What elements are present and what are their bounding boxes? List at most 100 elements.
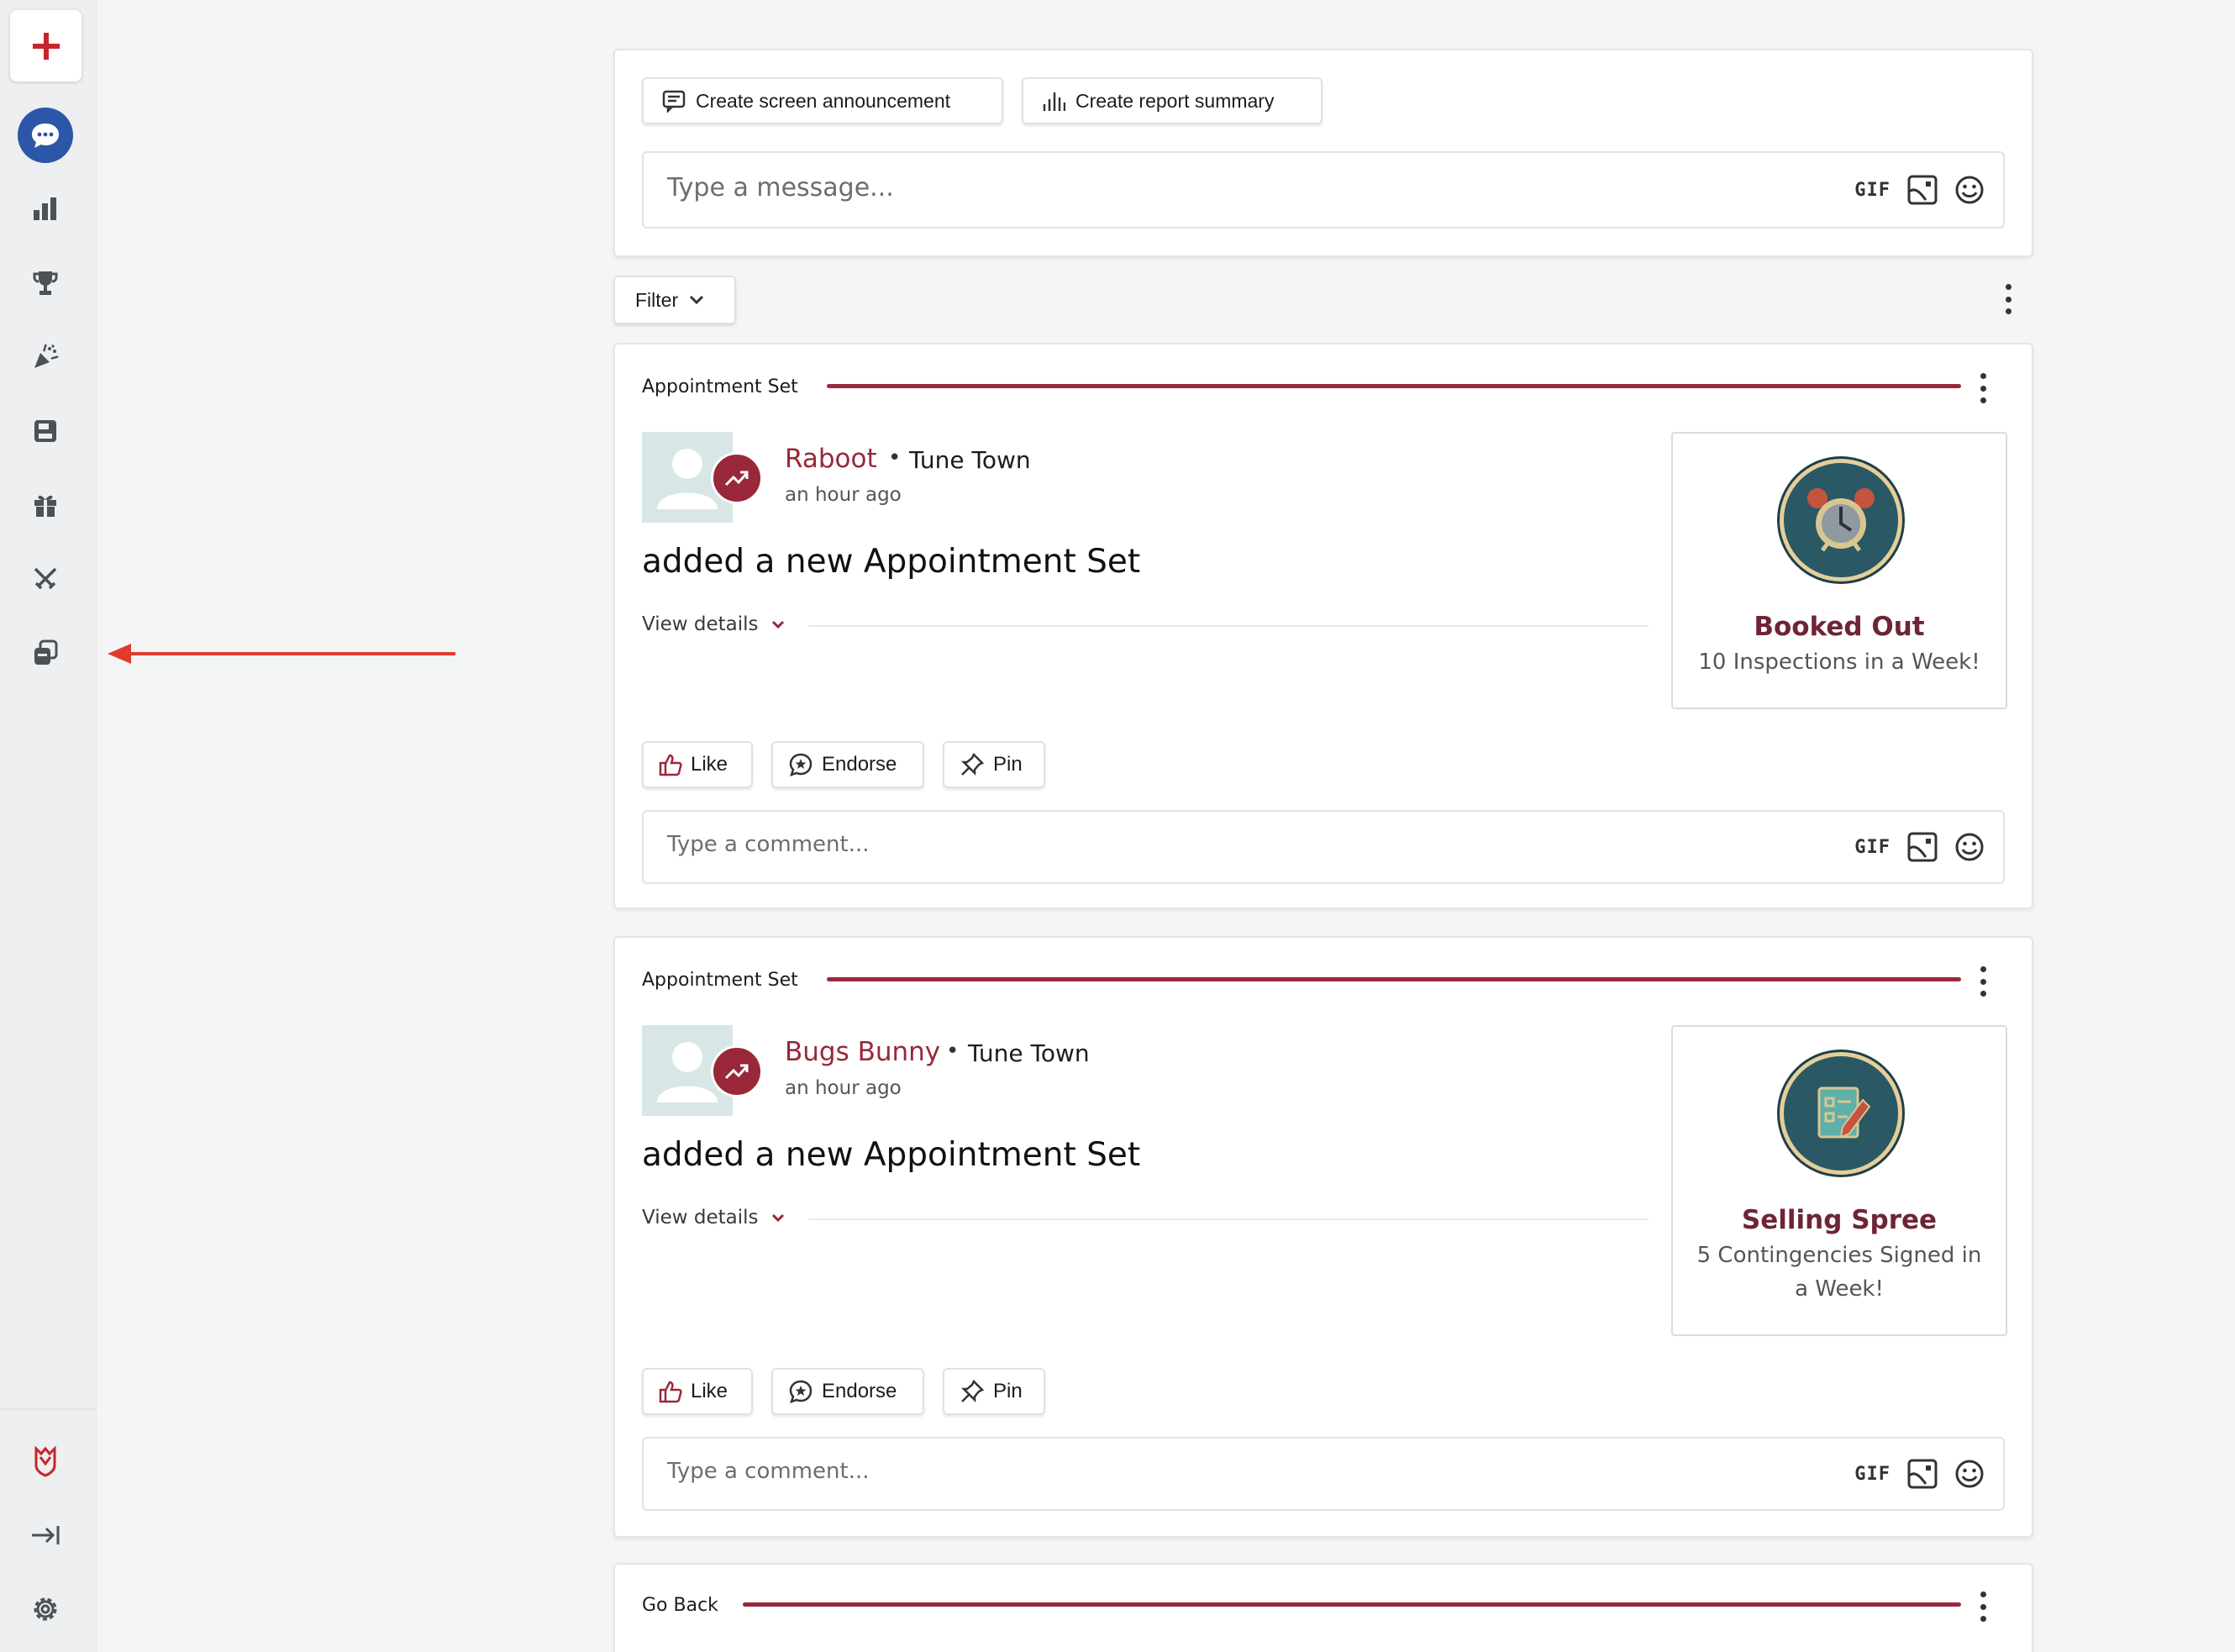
sidebar-item-chat[interactable]: [18, 108, 73, 163]
image-icon[interactable]: [1907, 175, 1938, 205]
achievement-card[interactable]: Selling Spree 5 Contingencies Signed in …: [1671, 1025, 2007, 1336]
name-separator: •: [946, 1039, 960, 1064]
trend-badge: [711, 1045, 763, 1097]
achievement-title: Booked Out: [1754, 612, 1925, 642]
trending-up-icon: [724, 1064, 749, 1080]
pin-button[interactable]: Pin: [943, 741, 1045, 788]
user-name-link[interactable]: Raboot: [785, 444, 877, 474]
collapse-sidebar-icon: [32, 1526, 60, 1544]
announcement-icon: [662, 90, 686, 113]
user-name-link[interactable]: Bugs Bunny: [785, 1037, 940, 1067]
category-divider: [827, 977, 1961, 981]
post-headline: added a new Appointment Set: [642, 1136, 1141, 1174]
post-options-menu[interactable]: [1973, 1588, 1993, 1625]
comment-input[interactable]: Type a comment... GIF: [642, 810, 2005, 884]
endorse-icon: [789, 1380, 812, 1403]
gif-button[interactable]: GIF: [1854, 837, 1891, 858]
feed-options-menu[interactable]: [1998, 281, 2018, 318]
sidebar-item-reports[interactable]: [23, 187, 68, 232]
achievement-title: Selling Spree: [1741, 1205, 1938, 1235]
pin-label: Pin: [993, 1380, 1023, 1402]
gift-icon: [34, 495, 56, 517]
view-details-toggle[interactable]: View details: [642, 1207, 786, 1228]
image-icon[interactable]: [1907, 1459, 1938, 1489]
emoji-icon[interactable]: [1954, 1459, 1985, 1489]
endorse-button[interactable]: Endorse: [771, 1368, 924, 1415]
annotation-arrow: [108, 644, 455, 664]
feed-post: Appointment Set Bugs Bunny • Tune Town a…: [613, 936, 2033, 1538]
party-popper-icon: [34, 344, 59, 368]
filter-dropdown[interactable]: Filter: [613, 276, 736, 324]
create-report-label: Create report summary: [1075, 89, 1275, 112]
add-button[interactable]: [10, 10, 82, 82]
thumbs-up-icon: [659, 1381, 682, 1403]
view-details-label: View details: [642, 613, 759, 635]
comment-placeholder: Type a comment...: [667, 832, 870, 857]
like-button[interactable]: Like: [642, 741, 753, 788]
pin-label: Pin: [993, 753, 1023, 776]
like-button[interactable]: Like: [642, 1368, 753, 1415]
sidebar-item-saved[interactable]: [23, 408, 68, 454]
post-category: Appointment Set: [642, 376, 798, 397]
bar-chart-icon: [1043, 92, 1065, 111]
create-report-button[interactable]: Create report summary: [1022, 77, 1323, 124]
sidebar-brand-logo[interactable]: [23, 1439, 68, 1484]
gif-button[interactable]: GIF: [1854, 180, 1891, 201]
sidebar-item-battles[interactable]: [23, 556, 68, 602]
chevron-down-icon: [771, 1213, 784, 1223]
trophy-icon: [33, 271, 58, 295]
achievement-badge: [1780, 1052, 1902, 1175]
emoji-icon[interactable]: [1954, 832, 1985, 862]
emoji-icon[interactable]: [1954, 175, 1985, 205]
chat-icon: [32, 124, 59, 148]
view-details-toggle[interactable]: View details: [642, 613, 786, 635]
category-divider: [827, 384, 1961, 388]
endorse-icon: [789, 753, 812, 776]
achievement-card[interactable]: Booked Out 10 Inspections in a Week!: [1671, 432, 2007, 709]
endorse-button[interactable]: Endorse: [771, 741, 924, 788]
post-options-menu[interactable]: [1973, 963, 1993, 1000]
plus-icon: [32, 32, 60, 60]
achievement-badge: [1780, 459, 1902, 581]
sidebar-item-cards[interactable]: [23, 630, 68, 676]
details-divider: [808, 1218, 1649, 1220]
sidebar-item-celebrations[interactable]: [23, 334, 68, 380]
view-details-label: View details: [642, 1207, 759, 1228]
alarm-clock-icon: [1807, 488, 1875, 552]
like-label: Like: [691, 1380, 728, 1402]
team-name[interactable]: Tune Town: [968, 1039, 1090, 1067]
sidebar-divider: [0, 1408, 97, 1410]
gif-button[interactable]: GIF: [1854, 1464, 1891, 1485]
name-separator: •: [888, 445, 902, 471]
details-divider: [808, 625, 1649, 627]
trend-badge: [711, 452, 763, 504]
team-name[interactable]: Tune Town: [909, 446, 1031, 474]
post-category: Appointment Set: [642, 970, 798, 991]
pin-icon: [960, 1379, 985, 1403]
save-icon: [34, 420, 56, 442]
collapse-sidebar-button[interactable]: [23, 1513, 68, 1558]
endorse-label: Endorse: [822, 753, 897, 776]
pin-button[interactable]: Pin: [943, 1368, 1045, 1415]
create-announcement-button[interactable]: Create screen announcement: [642, 77, 1003, 124]
composer-card: Create screen announcement Create report…: [613, 49, 2033, 257]
brand-logo-icon: [34, 1445, 56, 1477]
sidebar-item-rewards[interactable]: [23, 482, 68, 528]
achievement-subtitle: 5 Contingencies Signed in a Week!: [1696, 1243, 1982, 1302]
post-category: Go Back: [642, 1595, 718, 1616]
endorse-label: Endorse: [822, 1380, 897, 1402]
chevron-down-icon: [690, 295, 704, 305]
filter-label: Filter: [635, 288, 679, 311]
feed-post: Appointment Set Raboot • Tune Town an ho…: [613, 343, 2033, 909]
message-input[interactable]: Type a message... GIF: [642, 151, 2005, 229]
trending-up-icon: [724, 471, 749, 487]
settings-button[interactable]: [23, 1586, 68, 1632]
comment-input[interactable]: Type a comment... GIF: [642, 1437, 2005, 1511]
image-icon[interactable]: [1907, 832, 1938, 862]
sidebar-item-competitions[interactable]: [23, 260, 68, 306]
like-label: Like: [691, 753, 728, 776]
post-options-menu[interactable]: [1973, 370, 1993, 407]
bar-chart-icon: [34, 197, 56, 220]
crossed-swords-icon: [34, 567, 57, 590]
checklist-pencil-icon: [1817, 1086, 1871, 1139]
